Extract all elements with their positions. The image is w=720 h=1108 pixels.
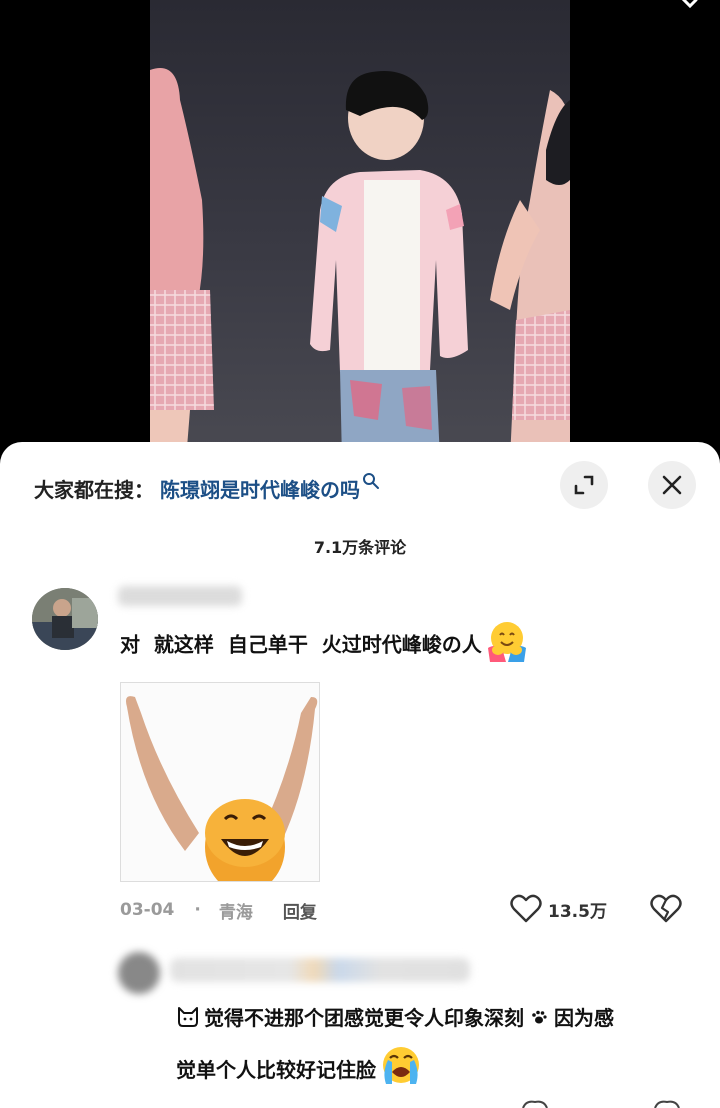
heart-icon [510,894,542,923]
cat-icon [178,1006,198,1027]
comment-sticker-image[interactable] [120,682,320,882]
reply-button[interactable]: 回复 [283,898,317,923]
avatar[interactable] [118,952,160,994]
trending-search-label: 大家都在搜： [34,477,154,502]
comment-meta: 03-04 · 青海 回复 [120,898,317,923]
stage-performance-image [150,68,570,460]
comment-count: 7.1万条评论 [313,538,407,557]
broken-heart-icon [654,1100,680,1108]
expand-button[interactable] [560,461,608,509]
close-button[interactable] [648,461,696,509]
video-frame [150,0,570,460]
video-player[interactable] [0,0,720,460]
comment-location: 青海 [218,902,253,923]
search-icon[interactable] [362,472,380,490]
meta-separator: · [194,900,201,920]
comment-sheet: 大家都在搜： 陈璟翊是时代峰峻の吗 7.1万条评论 对 就这样 自己单干 火过时… [0,442,720,1108]
cheering-orange-sticker-icon [121,683,319,881]
crying-face-emoji-icon [383,1047,419,1084]
comment-text-line1-tail: 因为感 [554,1006,614,1030]
comment-text-content: 对 就这样 自己单干 火过时代峰峻の人 [120,632,482,657]
comment-text: 觉单个人比较好记住脸 [176,1047,424,1088]
comment-text-line1: 觉得不进那个团感觉更令人印象深刻 [204,1006,524,1030]
expand-icon [574,475,594,495]
like-button[interactable]: 13.5万 [510,894,607,924]
avatar[interactable] [32,588,98,650]
broken-heart-icon [650,894,682,923]
comment-text: 觉得不进那个团感觉更令人印象深刻 因为感 [176,1002,614,1031]
heart-icon [522,1100,548,1108]
close-icon [662,475,682,495]
comment-text: 对 就这样 自己单干 火过时代峰峻の人 [120,622,530,664]
dislike-button[interactable] [650,894,682,928]
chevron-icon[interactable] [678,0,700,16]
trending-search-term[interactable]: 陈璟翊是时代峰峻の吗 [160,474,360,503]
comment-text-line2: 觉单个人比较好记住脸 [176,1057,376,1082]
like-count: 13.5万 [548,901,607,922]
username-blurred[interactable] [118,586,242,606]
trending-search[interactable]: 大家都在搜： 陈璟翊是时代峰峻の吗 [34,470,380,506]
paw-icon [532,1010,547,1023]
comment-date: 03-04 [120,900,175,920]
username-blurred[interactable] [170,958,470,982]
hugging-face-emoji-icon [487,622,526,662]
